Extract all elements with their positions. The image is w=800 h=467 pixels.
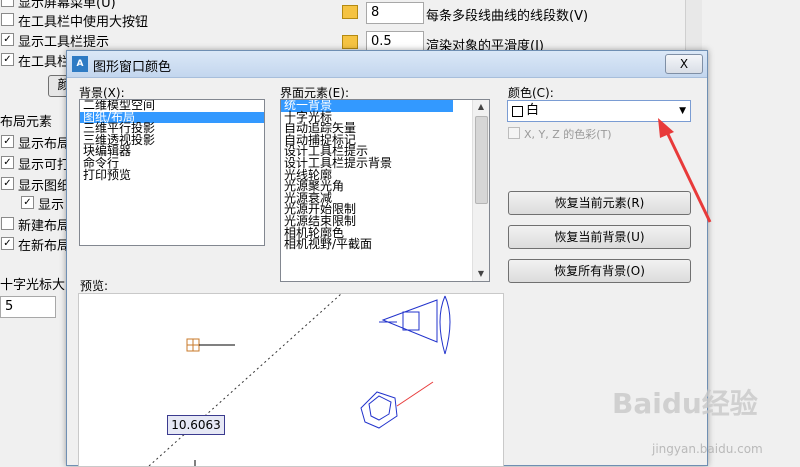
checkbox-new-layout[interactable] xyxy=(1,217,14,230)
preview-label: 预览: xyxy=(80,279,109,293)
scroll-down-icon[interactable]: ▼ xyxy=(473,267,489,281)
restore-all-contexts-button[interactable]: 恢复所有背景(O) xyxy=(508,259,691,283)
checkbox-large-buttons[interactable] xyxy=(1,13,14,26)
segments-icon xyxy=(342,5,358,19)
xyz-tint-label: X, Y, Z 的色彩(T) xyxy=(524,128,612,141)
checkbox-new-layout-viewport[interactable]: ✓ xyxy=(1,237,14,250)
checkbox-toolbar-option[interactable]: ✓ xyxy=(1,53,14,66)
interface-element-listbox[interactable]: 统一背景 十字光标 自动追踪矢量 自动捕捉标记 设计工具栏提示 设计工具栏提示背… xyxy=(280,99,490,282)
checkbox-label: 新建布局 xyxy=(18,219,71,234)
color-swatch-icon xyxy=(512,106,523,117)
smoothness-icon xyxy=(342,35,358,49)
color-label: 颜色(C): xyxy=(508,86,554,100)
crosshair-size-label: 十字光标大 xyxy=(0,278,66,293)
checkbox-layout-tabs[interactable]: ✓ xyxy=(1,135,14,148)
checkbox-label: 显示图纸 xyxy=(18,179,71,194)
color-dropdown-value: 白 xyxy=(526,103,540,118)
element-scrollbar[interactable]: ▲ ▼ xyxy=(472,100,489,281)
preview-drawing xyxy=(148,294,451,466)
annotation-arrow-icon xyxy=(658,118,712,223)
dialog-title: 图形窗口颜色 xyxy=(93,60,172,75)
layout-section-title: 布局元素 xyxy=(0,115,53,130)
watermark-logo: Baidu经验 xyxy=(612,387,758,420)
checkbox-printable-area[interactable]: ✓ xyxy=(1,156,14,169)
preview-pane: 10.6063 xyxy=(78,293,504,467)
checkbox-label: 在工具栏 xyxy=(18,55,71,70)
element-item[interactable]: 相机视野/平截面 xyxy=(281,238,489,251)
segments-input[interactable]: 8 xyxy=(366,2,424,24)
checkbox-label: 显示屏幕菜单(U) xyxy=(18,0,116,11)
scroll-up-icon[interactable]: ▲ xyxy=(473,100,489,114)
segments-label: 每条多段线曲线的线段数(V) xyxy=(426,9,589,24)
display-resolution-panel: 8 每条多段线曲线的线段数(V) 0.5 渲染对象的平滑度(J) xyxy=(300,0,800,54)
background-scrollbar[interactable] xyxy=(685,0,702,52)
xyz-tint-checkbox[interactable] xyxy=(508,127,520,139)
checkbox-label: 在新布局 xyxy=(18,239,71,254)
crosshair-size-input[interactable]: 5 xyxy=(0,296,56,318)
app-icon: A xyxy=(72,56,88,72)
checkbox-label: 在工具栏中使用大按钮 xyxy=(18,15,149,30)
checkbox-label: 显示 xyxy=(38,198,65,213)
checkbox-tooltips[interactable]: ✓ xyxy=(1,33,14,46)
camera-glyph-icon xyxy=(379,295,451,355)
crosshair-marker-icon xyxy=(186,338,235,352)
light-glyph-icon xyxy=(360,381,434,429)
checkbox-paper-background[interactable]: ✓ xyxy=(1,177,14,190)
dialog-titlebar[interactable]: A 图形窗口颜色 X xyxy=(67,51,707,78)
checkbox-label: 显示可打 xyxy=(18,158,71,173)
context-listbox[interactable]: 二维模型空间 图纸/布局 三维平行投影 三维透视投影 块编辑器 命令行 打印预览 xyxy=(79,99,265,246)
watermark-url: jingyan.baidu.com xyxy=(652,442,763,456)
checkbox-label: 显示工具栏提示 xyxy=(18,35,110,50)
checkbox-paper-shadow[interactable]: ✓ xyxy=(21,196,34,209)
scroll-thumb[interactable] xyxy=(475,116,488,204)
context-item[interactable]: 打印预览 xyxy=(80,169,264,182)
close-button[interactable]: X xyxy=(665,54,703,74)
checkbox-screen-menu[interactable] xyxy=(1,0,14,7)
dimension-value-box: 10.6063 xyxy=(167,415,225,435)
checkbox-label: 显示布局 xyxy=(18,137,71,152)
